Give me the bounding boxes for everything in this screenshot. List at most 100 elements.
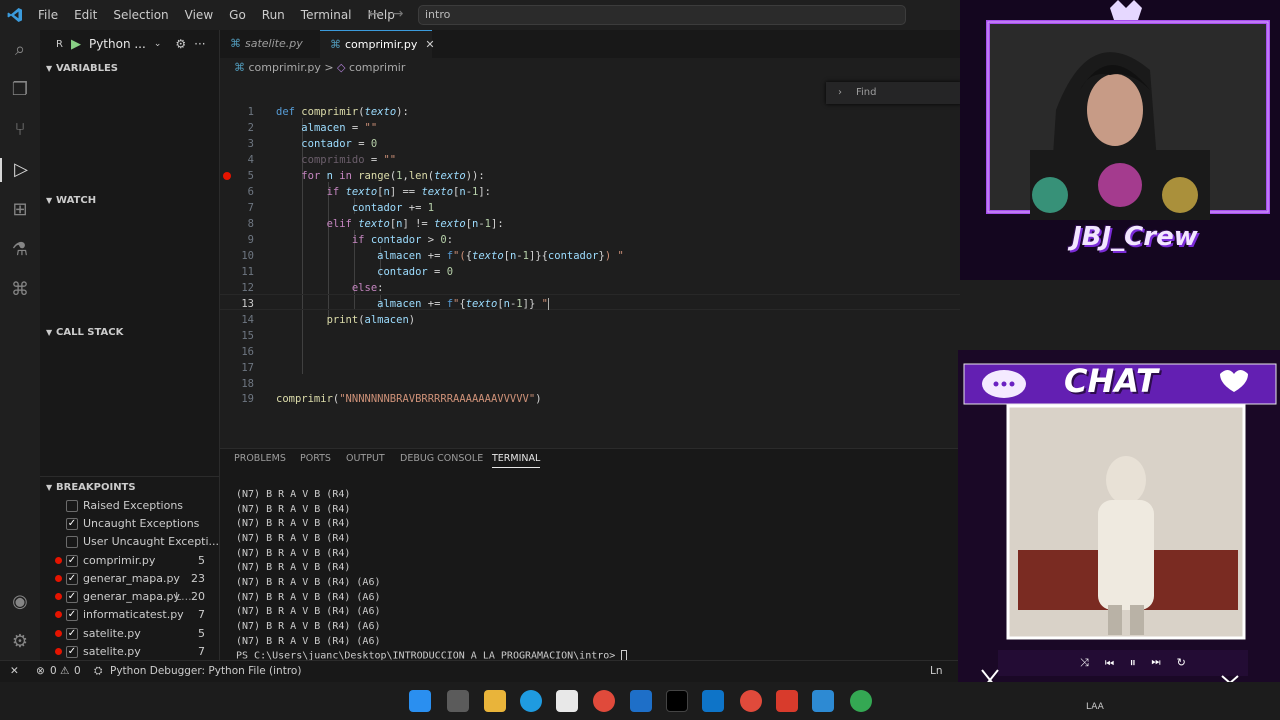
tab-terminal[interactable]: TERMINAL (492, 453, 541, 468)
breakpoint-item[interactable]: Raised Exceptions (40, 497, 219, 515)
breakpoint-item[interactable]: ✓ informaticatest.py 7 (40, 606, 219, 624)
run-debug-icon[interactable]: ▷ (0, 158, 40, 182)
breadcrumb-symbol[interactable]: comprimir (349, 61, 405, 74)
menu-file[interactable]: File (30, 0, 66, 30)
file-explorer-icon[interactable] (484, 690, 506, 712)
settings-gear-icon[interactable]: ⚙ (8, 630, 32, 654)
menu-run[interactable]: Run (254, 0, 293, 30)
breakpoint-checkbox[interactable]: ✓ (66, 628, 78, 640)
code-line: 15 (241, 330, 254, 342)
command-center-search[interactable]: intro (418, 5, 906, 25)
breakpoint-item[interactable]: ✓ Uncaught Exceptions (40, 515, 219, 533)
breakpoint-checkbox[interactable]: ✓ (66, 573, 78, 585)
breakpoint-checkbox[interactable]: ✓ (66, 609, 78, 621)
breakpoint-item[interactable]: ✓ satelite.py 5 (40, 625, 219, 643)
breakpoint-checkbox[interactable] (66, 536, 78, 548)
close-icon[interactable]: ✕ (425, 38, 434, 51)
breakpoint-checkbox[interactable]: ✓ (66, 591, 78, 603)
warning-count[interactable]: 0 (74, 661, 81, 682)
code-line: 4 comprimido = "" (247, 154, 397, 166)
start-debugging-icon[interactable]: ▶ (71, 37, 81, 52)
debugger-status[interactable]: Python Debugger: Python File (intro) (110, 661, 301, 682)
breakpoint-item[interactable]: ✓ generar_mapa.py L... 20 (40, 588, 219, 606)
chevron-down-icon: ▼ (46, 483, 53, 492)
menu-terminal[interactable]: Terminal (293, 0, 360, 30)
python-icon[interactable]: ⌘ (8, 278, 32, 302)
explorer-icon[interactable]: ❐ (8, 78, 32, 102)
chevron-down-icon: ▼ (46, 328, 53, 337)
code-line: 16 (241, 346, 254, 358)
chrome-profile-icon[interactable] (740, 690, 762, 712)
breakpoint-checkbox[interactable]: ✓ (66, 646, 78, 658)
task-view-icon[interactable] (447, 690, 469, 712)
breakpoint-gutter-icon[interactable] (223, 172, 231, 180)
find-widget[interactable]: › Find (826, 82, 962, 104)
breakpoint-item[interactable]: ✓ comprimir.py 5 (40, 552, 219, 570)
search-icon[interactable]: ⌕ (8, 38, 32, 62)
terminal-line: (N7) B R A V B (R4) (236, 548, 351, 559)
windows-start-icon[interactable] (409, 690, 431, 712)
code-line: 8 elif texto[n] != texto[n-1]: (247, 218, 504, 230)
tab-debug-console[interactable]: DEBUG CONSOLE (400, 453, 483, 464)
code-line: 9 if contador > 0: (247, 234, 454, 246)
chevron-right-icon[interactable]: › (838, 87, 842, 98)
warning-icon[interactable]: ⚠ (60, 661, 69, 682)
gear-icon[interactable]: ⚙ (175, 37, 186, 51)
extensions-icon[interactable]: ⊞ (8, 198, 32, 222)
more-actions-icon[interactable]: ··· (194, 37, 205, 51)
forward-arrow-icon[interactable]: → (392, 6, 416, 22)
breakpoint-item[interactable]: ✓ satelite.py 7 (40, 643, 219, 661)
call-stack-section-header[interactable]: ▼ CALL STACK (40, 322, 219, 344)
error-count[interactable]: 0 (50, 661, 57, 682)
menu-selection[interactable]: Selection (105, 0, 176, 30)
tab-ports[interactable]: PORTS (300, 453, 331, 464)
testing-icon[interactable]: ⚗ (8, 238, 32, 262)
edge-browser-icon[interactable] (520, 690, 542, 712)
app-icon[interactable] (776, 690, 798, 712)
pause-icon[interactable]: ⏸ (1130, 656, 1152, 669)
variables-section-header[interactable]: ▼ VARIABLES (40, 58, 219, 80)
source-control-icon[interactable]: ⑂ (8, 118, 32, 142)
watch-section-header[interactable]: ▼ WATCH (40, 190, 219, 212)
back-arrow-icon[interactable]: ← (368, 6, 392, 22)
menu-view[interactable]: View (177, 0, 221, 30)
breakpoint-item[interactable]: ✓ generar_mapa.py 23 (40, 570, 219, 588)
breakpoint-item[interactable]: User Uncaught Excepti... (40, 533, 219, 551)
store-icon[interactable] (556, 690, 578, 712)
breakpoint-checkbox[interactable]: ✓ (66, 555, 78, 567)
editor-tab-bar: ⌘ satelite.py ⌘ comprimir.py ✕ (220, 30, 960, 58)
account-icon[interactable]: ◉ (8, 590, 32, 614)
breakpoint-checkbox[interactable] (66, 500, 78, 512)
terminal-line: (N7) B R A V B (R4) (236, 533, 351, 544)
terminal-line: (N7) B R A V B (R4) (A6) (236, 592, 381, 603)
breakpoint-checkbox[interactable]: ✓ (66, 518, 78, 530)
tab-satelite[interactable]: ⌘ satelite.py (220, 30, 320, 58)
shuffle-icon[interactable]: ⤨ (1080, 656, 1105, 669)
error-icon[interactable]: ⊗ (36, 661, 45, 682)
next-track-icon[interactable]: ⏭ (1151, 656, 1176, 669)
repeat-icon[interactable]: ↻ (1177, 656, 1202, 669)
breadcrumb-file[interactable]: comprimir.py (249, 61, 321, 74)
chrome-icon[interactable] (593, 690, 615, 712)
navigation-arrows[interactable]: ←→ (368, 6, 415, 22)
menu-edit[interactable]: Edit (66, 0, 105, 30)
tab-output[interactable]: OUTPUT (346, 453, 385, 464)
media-controls[interactable]: ⤨⏮⏸⏭↻ (1080, 656, 1202, 670)
remote-icon[interactable]: ✕ (10, 661, 19, 682)
vscode-taskbar-icon[interactable] (702, 690, 724, 712)
previous-track-icon[interactable]: ⏮ (1105, 656, 1130, 669)
chrome-secondary-icon[interactable] (850, 690, 872, 712)
video-app-icon[interactable] (812, 690, 834, 712)
code-editor[interactable]: 1 def comprimir(texto): 2 almacen = "" 3 … (220, 78, 960, 440)
tiktok-icon[interactable] (666, 690, 688, 712)
breakpoints-section-header[interactable]: ▼ BREAKPOINTS (40, 476, 219, 498)
debug-config-select[interactable]: Python ... (89, 37, 146, 51)
debug-toolbar: R ▶ Python ... ⌄ ⚙ ··· (40, 30, 219, 58)
tab-problems[interactable]: PROBLEMS (234, 453, 286, 464)
chevron-down-icon[interactable]: ⌄ (154, 39, 162, 49)
mail-icon[interactable] (630, 690, 652, 712)
menu-go[interactable]: Go (221, 0, 254, 30)
tab-comprimir[interactable]: ⌘ comprimir.py ✕ (320, 30, 435, 58)
code-line: 14 print(almacen) (241, 314, 416, 326)
chevron-down-icon: ▼ (46, 64, 53, 73)
